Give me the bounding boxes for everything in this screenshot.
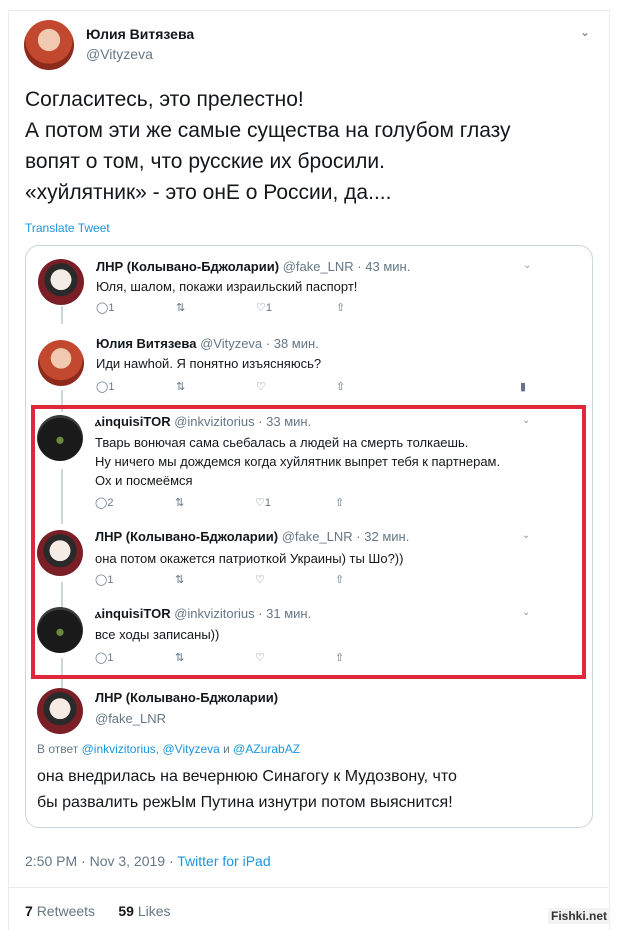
author-name[interactable]: Юлия Витязева [86, 26, 194, 42]
tweet-line: «хуйлятник» - это онЕ о России, да.... [25, 181, 392, 204]
reply-count: 1 [108, 381, 115, 393]
reply-text: Иди наwhoй. Я понятно изъясняюсь? [96, 356, 322, 371]
avatar[interactable] [37, 688, 83, 734]
reply-meta: @Vityzeva · 38 мин. [200, 336, 319, 351]
reply-count: 1 [107, 574, 114, 586]
reply-meta: @inkvizitorius · 33 мин. [174, 414, 312, 429]
reply-icon[interactable]: ◯2 [95, 496, 113, 509]
author-avatar[interactable] [24, 20, 74, 70]
reply-author[interactable]: ⲁinquisiTOR @inkvizitorius · 31 мин. [95, 606, 311, 622]
avatar[interactable] [37, 607, 83, 653]
chevron-down-icon[interactable]: ⌄ [523, 260, 531, 271]
share-icon[interactable]: ⇧ [336, 301, 345, 314]
mention-link[interactable]: @Vityzeva [162, 742, 219, 756]
like-count: 1 [265, 302, 272, 314]
reply-author[interactable]: ⲁinquisiTOR @inkvizitorius · 33 мин. [95, 414, 311, 430]
like-icon[interactable]: ♡ [255, 573, 265, 586]
retweet-icon[interactable]: ⇅ [175, 651, 184, 664]
avatar[interactable] [38, 340, 84, 386]
mention-link[interactable]: @inkvizitorius [82, 742, 156, 756]
like-icon[interactable]: ♡1 [255, 496, 271, 509]
likes-stat[interactable]: 59 Likes [118, 903, 170, 919]
reply-author[interactable]: ЛНР (Колывано-Бджоларии) @fake_LNR · 32 … [95, 529, 409, 544]
like-icon[interactable]: ♡ [256, 380, 266, 393]
reply-author-name: ⲁinquisiTOR [95, 606, 171, 621]
tweet-line: А потом эти же самые существа на голубом… [25, 119, 511, 142]
reply-icon[interactable]: ◯1 [96, 301, 114, 314]
tweet-line: вопят о том, что русские их бросили. [25, 150, 385, 173]
retweets-stat[interactable]: 7 Retweets [25, 903, 95, 919]
reply-meta: @fake_LNR · 32 мин. [281, 529, 410, 544]
retweets-count: 7 [25, 903, 33, 919]
engagement-stats: 7 Retweets 59 Likes [25, 903, 171, 919]
watermark: Fishki.net [548, 908, 611, 924]
reply-line: Ну ничего мы дождемся когда хуйлятник вы… [95, 454, 501, 469]
reply-count: 1 [108, 302, 115, 314]
reply-icon[interactable]: ◯1 [96, 380, 114, 393]
translate-tweet-link[interactable]: Translate Tweet [25, 221, 110, 235]
chevron-down-icon[interactable]: ⌄ [522, 415, 530, 426]
reply-author-name: ЛНР (Колывано-Бджоларии) [96, 259, 280, 274]
retweets-label: Retweets [36, 903, 96, 919]
chevron-down-icon[interactable]: ⌄ [522, 607, 530, 618]
reply-count: 2 [107, 497, 114, 509]
share-icon[interactable]: ⇧ [335, 496, 344, 509]
in-reply-to: В ответ @inkvizitorius, @Vityzeva и @AZu… [37, 742, 300, 756]
thread-connector [61, 306, 63, 324]
reply-text: она потом окажется патриоткой Украины) т… [95, 551, 404, 566]
tweet-timestamp: 2:50 PM · Nov 3, 2019 · Twitter for iPad [25, 853, 271, 869]
source-link[interactable]: Twitter for iPad [177, 853, 270, 869]
reply-author[interactable]: Юлия Витязева @Vityzeva · 38 мин. [96, 336, 319, 351]
timestamp-text[interactable]: 2:50 PM · Nov 3, 2019 · [25, 853, 177, 869]
like-count: 1 [264, 497, 271, 509]
reply-author-name: Юлия Витязева [96, 336, 197, 351]
analytics-icon[interactable]: ▮ [520, 380, 526, 393]
tweet-line: Согласитесь, это прелестно! [25, 88, 304, 111]
divider [8, 887, 608, 888]
mention-link[interactable]: @AZurabAZ [233, 742, 300, 756]
avatar[interactable] [38, 259, 84, 305]
reply-meta: @inkvizitorius · 31 мин. [174, 606, 312, 621]
avatar[interactable] [37, 530, 83, 576]
retweet-icon[interactable]: ⇅ [175, 496, 184, 509]
retweet-icon[interactable]: ⇅ [176, 380, 185, 393]
reply-author-name[interactable]: ЛНР (Колывано-Бджоларии) [95, 690, 278, 705]
share-icon[interactable]: ⇧ [336, 380, 345, 393]
reply-meta: @fake_LNR · 43 мин. [282, 259, 411, 274]
reply-author-name: ⲁinquisiTOR [95, 414, 171, 429]
reply-line: Тварь вонючая сама сьебалась а людей на … [95, 435, 469, 450]
tweet-body: Согласитесь, это прелестно! А потом эти … [25, 84, 595, 208]
reply-text: Тварь вонючая сама сьебалась а людей на … [95, 433, 500, 490]
mention-separator: и [219, 742, 234, 756]
reply-count: 1 [107, 652, 114, 664]
reply-line: Ох и посмеёмся [95, 473, 193, 488]
like-icon[interactable]: ♡1 [256, 301, 272, 314]
share-icon[interactable]: ⇧ [335, 573, 344, 586]
chevron-down-icon[interactable]: ⌄ [522, 530, 530, 541]
reply-text: она внедрилась на вечернюю Синагогу к Му… [37, 764, 457, 816]
reply-author-name: ЛНР (Колывано-Бджоларии) [95, 529, 279, 544]
avatar[interactable] [37, 415, 83, 461]
chevron-down-icon[interactable]: ⌄ [580, 25, 590, 39]
like-icon[interactable]: ♡ [255, 651, 265, 664]
reply-text: все ходы записаны)) [95, 627, 220, 642]
reply-author[interactable]: ЛНР (Колывано-Бджоларии) @fake_LNR · 43 … [96, 259, 410, 274]
author-handle[interactable]: @Vityzeva [86, 46, 153, 62]
share-icon[interactable]: ⇧ [335, 651, 344, 664]
reply-line: она внедрилась на вечернюю Синагогу к Му… [37, 768, 457, 785]
reply-icon[interactable]: ◯1 [95, 651, 113, 664]
retweet-icon[interactable]: ⇅ [176, 301, 185, 314]
reply-author-handle[interactable]: @fake_LNR [95, 709, 166, 728]
retweet-icon[interactable]: ⇅ [175, 573, 184, 586]
likes-label: Likes [137, 903, 171, 919]
likes-count: 59 [118, 903, 134, 919]
reply-text: Юля, шалом, покажи израильский паспорт! [96, 279, 358, 294]
reply-line: бы развалить режЫм Путина изнутри потом … [37, 794, 453, 811]
reply-icon[interactable]: ◯1 [95, 573, 113, 586]
in-reply-prefix: В ответ [37, 742, 82, 756]
